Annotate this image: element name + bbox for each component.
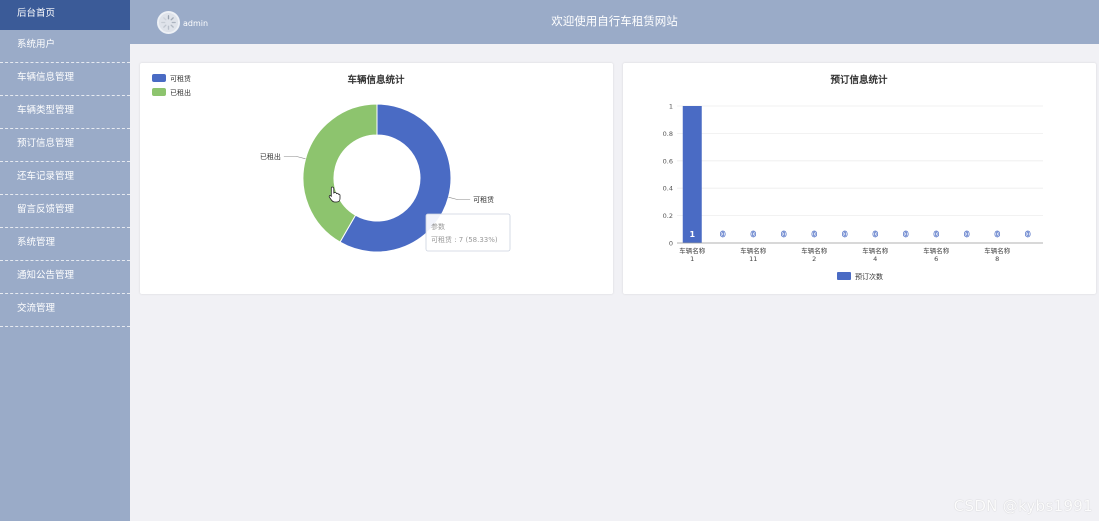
tooltip-text: 可租赁 : 7 (58.33%) xyxy=(431,235,498,244)
x-axis-tick-labels: 车辆名称1车辆名称11车辆名称2车辆名称4车辆名称6车辆名称8 xyxy=(679,246,1011,263)
x-tick-label-number: 4 xyxy=(873,255,877,263)
chart-title: 车辆信息统计 xyxy=(347,74,405,86)
x-tick-label-number: 6 xyxy=(934,255,938,263)
bar[interactable] xyxy=(682,106,702,243)
sidebar-item-forum[interactable]: 交流管理 xyxy=(0,294,130,327)
x-tick-label: 车辆名称 xyxy=(984,246,1011,255)
bar-value-label: 0 xyxy=(933,230,939,239)
sidebar-item-notices[interactable]: 通知公告管理 xyxy=(0,261,130,294)
booking-stats-panel: 预订信息统计 0 0.2 0.4 0.6 0.8 1 100000000000 车辆名称 1… xyxy=(623,63,1096,294)
bar-value-label: 0 xyxy=(842,230,848,239)
y-gridlines xyxy=(677,105,1043,217)
x-tick-label: 车辆名称 xyxy=(923,246,950,255)
vehicle-donut-chart: 可租赁 已租出 车辆信息统计 可租赁 已租出 参数 可租赁 : 7 (58.33… xyxy=(152,74,511,253)
x-tick-label-number: 11 xyxy=(749,255,757,263)
bar-value-label: 0 xyxy=(781,230,787,239)
sidebar-item-system[interactable]: 系统管理 xyxy=(0,228,130,261)
bar-series: 1 0 0 0 0 0 0 0 0 0 0 0 xyxy=(682,106,1031,243)
bar-value-label: 0 xyxy=(750,230,756,239)
tooltip-header: 参数 xyxy=(431,222,445,231)
slice-label-line-available xyxy=(448,196,471,201)
x-tick-label: 车辆名称 xyxy=(801,246,828,255)
y-tick-label: 0.2 xyxy=(663,212,673,220)
y-tick-label: 0.6 xyxy=(663,157,673,165)
sidebar-item-vehicle-info[interactable]: 车辆信息管理 xyxy=(0,63,130,96)
legend-label-bookings[interactable]: 预订次数 xyxy=(855,272,883,281)
slice-label-line-rented xyxy=(283,155,306,160)
sidebar-item-feedback[interactable]: 留言反馈管理 xyxy=(0,195,130,228)
slice-label-rented: 已租出 xyxy=(260,152,281,161)
sidebar: 后台首页 系统用户 车辆信息管理 车辆类型管理 预订信息管理 还车记录管理 留言… xyxy=(0,0,130,521)
bar-value-label: 0 xyxy=(994,230,1000,239)
x-tick-label: 车辆名称 xyxy=(679,246,706,255)
booking-bar-chart: 预订信息统计 00.20.40.60.81 100000000000 车辆名称1… xyxy=(663,74,1043,281)
bar-value-label: 0 xyxy=(811,230,817,239)
sidebar-item-bookings[interactable]: 预订信息管理 xyxy=(0,129,130,162)
page-title: 欢迎使用自行车租赁网站 xyxy=(551,14,678,28)
top-header: admin 欢迎使用自行车租赁网站 xyxy=(130,0,1099,44)
sidebar-item-system-users[interactable]: 系统用户 xyxy=(0,30,130,63)
bar-value-label: 0 xyxy=(964,230,970,239)
vehicle-stats-panel: 可租赁 已租出 车辆信息统计 可租赁 已租出 参数 可租赁 : 7 (58.33… xyxy=(140,63,613,294)
x-tick-label: 车辆名称 xyxy=(740,246,767,255)
bar-value-label: 0 xyxy=(903,230,909,239)
y-tick-label: 0.8 xyxy=(663,130,673,138)
slice-label-available: 可租赁 xyxy=(473,195,494,204)
x-tick-label: 车辆名称 xyxy=(862,246,889,255)
chart-tooltip: 参数 可租赁 : 7 (58.33%) xyxy=(425,213,511,252)
chart-title: 预订信息统计 xyxy=(830,74,888,86)
bar-value-label: 0 xyxy=(872,230,878,239)
x-tick-label-number: 8 xyxy=(995,255,999,263)
sidebar-item-returns[interactable]: 还车记录管理 xyxy=(0,162,130,195)
bar-value-label: 0 xyxy=(720,230,726,239)
y-tick-label: 1 xyxy=(669,103,673,111)
sidebar-item-vehicle-types[interactable]: 车辆类型管理 xyxy=(0,96,130,129)
bar-value-label: 0 xyxy=(1025,230,1031,239)
sidebar-item-home[interactable]: 后台首页 xyxy=(0,0,130,30)
bar-value-label: 1 xyxy=(689,230,695,239)
y-axis-tick-labels: 0 0.2 0.4 0.6 0.8 1 xyxy=(663,103,673,248)
legend-swatch-bookings[interactable] xyxy=(837,272,851,280)
x-tick-label-number: 2 xyxy=(812,255,816,263)
legend-label-rented[interactable]: 已租出 xyxy=(170,88,191,97)
y-tick-label: 0.4 xyxy=(663,185,673,193)
watermark: CSDN @kybs1991 xyxy=(953,497,1093,515)
y-tick-label: 0 xyxy=(669,240,673,248)
legend-swatch-available[interactable] xyxy=(152,74,166,82)
legend-swatch-rented[interactable] xyxy=(152,88,166,96)
legend-label-available[interactable]: 可租赁 xyxy=(170,74,191,83)
x-tick-label-number: 1 xyxy=(690,255,694,263)
